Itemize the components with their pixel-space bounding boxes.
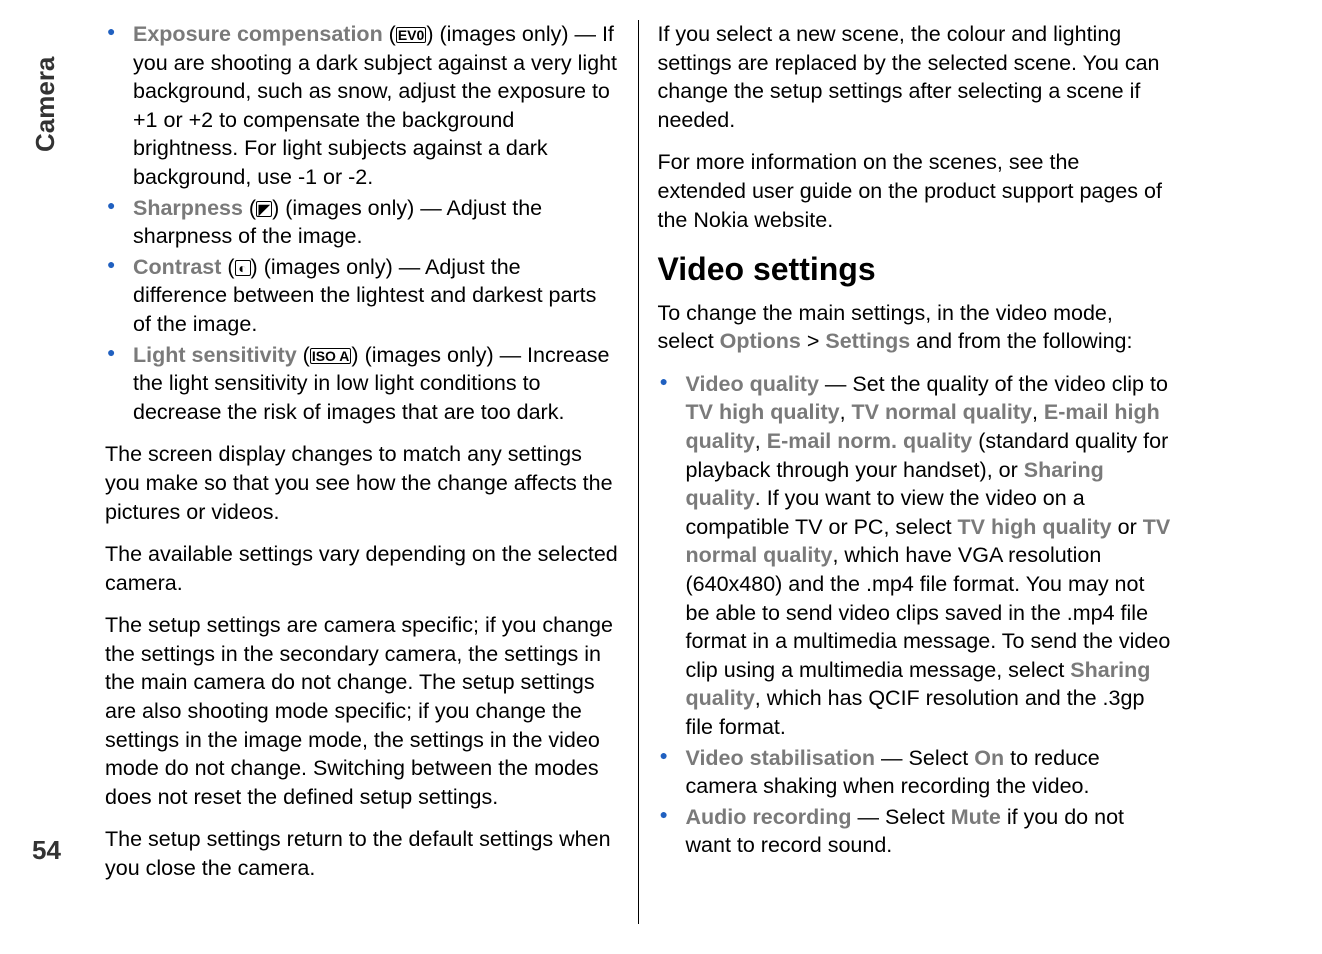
settings-keyword: Settings <box>825 329 910 353</box>
image-settings-list: Exposure compensation (EV0) (images only… <box>105 20 620 426</box>
option-keyword: TV high quality <box>686 400 840 424</box>
section-tab-label: Camera <box>30 57 61 152</box>
exposure-compensation-keyword: Exposure compensation <box>133 22 383 46</box>
contrast-item: Contrast (◐) (images only) — Adjust the … <box>133 253 620 339</box>
info-paragraph: For more information on the scenes, see … <box>658 148 1173 234</box>
video-settings-intro: To change the main settings, in the vide… <box>658 299 1173 356</box>
video-quality-keyword: Video quality <box>686 372 819 396</box>
page-content: Exposure compensation (EV0) (images only… <box>105 20 1172 924</box>
video-settings-heading: Video settings <box>658 248 1173 291</box>
light-sensitivity-keyword: Light sensitivity <box>133 343 297 367</box>
exposure-compensation-description: (images only) — If you are shooting a da… <box>133 22 617 189</box>
description-text: , which has QCIF resolution and the .3gp… <box>686 686 1145 739</box>
description-text: , <box>1032 400 1044 424</box>
description-text: — Select <box>852 805 951 829</box>
description-text: or <box>1112 515 1143 539</box>
sharpness-icon: ◤ <box>256 201 272 217</box>
light-sensitivity-item: Light sensitivity (ISO A) (images only) … <box>133 341 620 427</box>
sharpness-keyword: Sharpness <box>133 196 243 220</box>
info-paragraph: The screen display changes to match any … <box>105 440 620 526</box>
audio-recording-item: Audio recording — Select Mute if you do … <box>686 803 1173 860</box>
option-keyword: TV normal quality <box>852 400 1032 424</box>
description-text: , <box>840 400 852 424</box>
contrast-icon: ◐ <box>235 260 251 276</box>
exposure-compensation-item: Exposure compensation (EV0) (images only… <box>133 20 620 192</box>
separator: > <box>801 329 826 353</box>
video-stabilisation-keyword: Video stabilisation <box>686 746 876 770</box>
info-paragraph: If you select a new scene, the colour an… <box>658 20 1173 134</box>
info-paragraph: The available settings vary depending on… <box>105 540 620 597</box>
video-stabilisation-item: Video stabilisation — Select On to reduc… <box>686 744 1173 801</box>
option-keyword: TV high quality <box>958 515 1112 539</box>
option-keyword: Mute <box>951 805 1001 829</box>
intro-text-post: and from the following: <box>910 329 1132 353</box>
video-quality-item: Video quality — Set the quality of the v… <box>686 370 1173 742</box>
option-keyword: E-mail norm. quality <box>767 429 972 453</box>
info-paragraph: The setup settings return to the default… <box>105 825 620 882</box>
exposure-compensation-icon: EV0 <box>396 27 426 43</box>
manual-page: Camera 54 Exposure compensation (EV0) (i… <box>0 0 1322 954</box>
sharpness-item: Sharpness (◤) (images only) — Adjust the… <box>133 194 620 251</box>
contrast-keyword: Contrast <box>133 255 221 279</box>
light-sensitivity-icon: ISO A <box>310 348 352 364</box>
info-paragraph: The setup settings are camera specific; … <box>105 611 620 811</box>
options-keyword: Options <box>720 329 801 353</box>
audio-recording-keyword: Audio recording <box>686 805 852 829</box>
description-text: — Select <box>875 746 974 770</box>
page-number: 54 <box>32 835 61 866</box>
description-text: — Set the quality of the video clip to <box>819 372 1168 396</box>
option-keyword: On <box>974 746 1004 770</box>
video-settings-list: Video quality — Set the quality of the v… <box>658 370 1173 860</box>
description-text: , <box>755 429 767 453</box>
